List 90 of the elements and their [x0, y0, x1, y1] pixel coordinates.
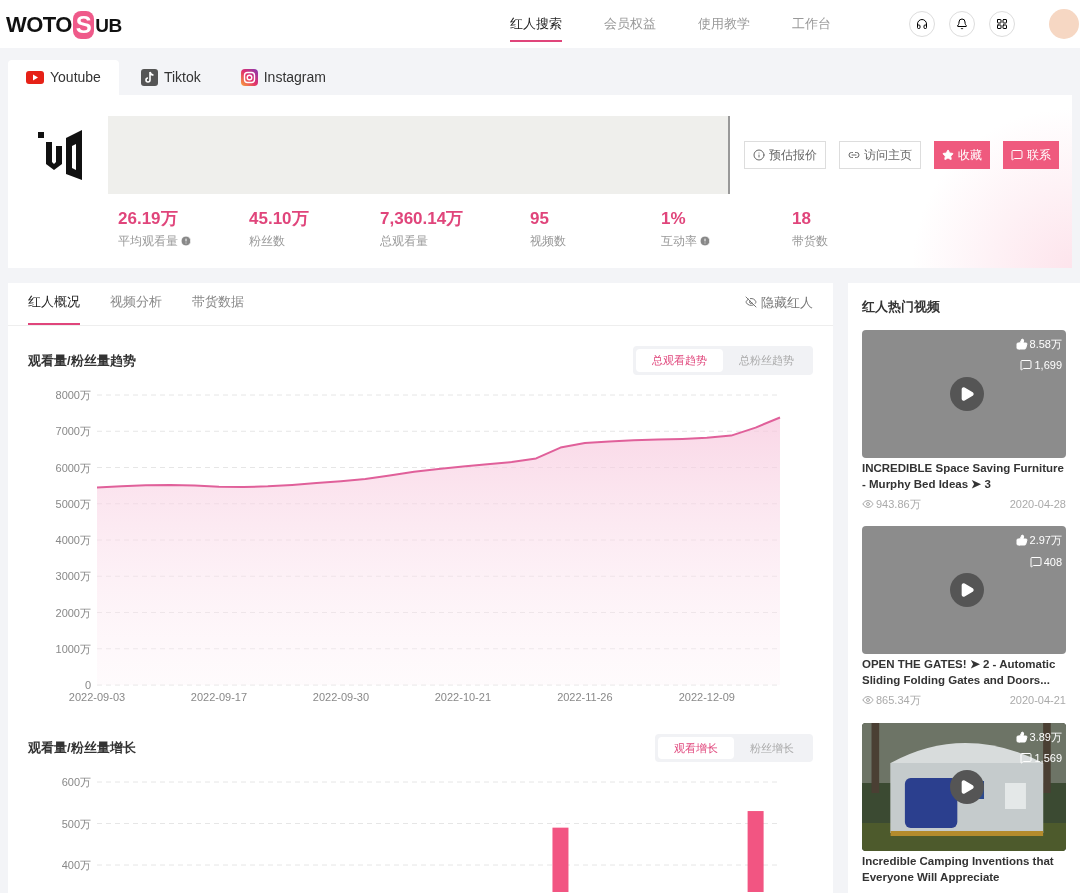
eye-off-icon — [745, 296, 757, 309]
bar — [552, 827, 569, 892]
detail-tab[interactable]: 带货数据 — [192, 291, 244, 325]
like-count: 3.89万 — [1029, 729, 1062, 745]
view-count: 865.34万 — [876, 693, 921, 708]
toggle-option[interactable]: 观看增长 — [658, 736, 734, 759]
play-logo-icon — [26, 71, 44, 84]
platform-tab[interactable]: Youtube — [8, 60, 119, 95]
axis-label: 4000万 — [55, 533, 91, 546]
stat-label: 粉丝数 — [249, 232, 285, 250]
axis-label: 2022-09-30 — [312, 690, 370, 703]
video-card[interactable]: 8.58万 1,699 INCREDIBLE Space Saving Furniture - Murphy Bed Ideas ➤ 3 943.86万 2020-04-28 — [862, 329, 1066, 512]
platform-tab[interactable]: Tiktok — [122, 60, 219, 95]
headset-icon — [915, 18, 928, 30]
action-button[interactable]: 联系 — [1003, 141, 1059, 169]
play-button[interactable] — [950, 573, 984, 607]
comment-icon — [1029, 555, 1042, 568]
axis-label: 2000万 — [55, 606, 91, 618]
axis-label: 0 — [84, 678, 91, 691]
section-title: 观看量/粉丝量趋势 — [28, 351, 136, 370]
axis-label: 6000万 — [55, 461, 91, 473]
stat-value: 26.19万 — [118, 208, 179, 230]
bell-icon — [955, 18, 968, 30]
nav-link[interactable]: 工作台 — [791, 6, 831, 42]
logo[interactable]: WOTO S UB — [6, 7, 122, 41]
stat-label: 平均观看量 — [118, 232, 178, 250]
note-logo-icon — [140, 69, 158, 86]
grid-icon — [995, 18, 1008, 30]
thumbs-up-icon — [1015, 534, 1028, 547]
stat-label: 总观看量 — [380, 232, 428, 250]
stat-label: 互动率 — [661, 232, 697, 250]
video-title: Incredible Camping Inventions that Everyone Will Appreciate — [862, 853, 1055, 885]
action-button[interactable]: 收藏 — [934, 141, 990, 169]
axis-label: 5000万 — [55, 497, 91, 510]
comment-icon — [1020, 359, 1033, 372]
section-title: 观看量/粉丝量增长 — [28, 739, 136, 757]
play-icon — [959, 385, 975, 402]
eye-icon — [862, 497, 874, 510]
info-icon — [753, 149, 765, 161]
platform-tab[interactable]: Instagram — [222, 60, 344, 95]
like-count: 8.58万 — [1029, 336, 1062, 352]
star-icon — [942, 149, 954, 161]
axis-label: 2022-12-09 — [678, 690, 735, 703]
nav-link[interactable]: 红人搜索 — [509, 6, 562, 42]
nav-link[interactable]: 使用教学 — [697, 6, 750, 42]
thumbs-up-icon — [1015, 337, 1028, 350]
axis-label: 8000万 — [55, 388, 91, 401]
hide-button[interactable]: 隐藏红人 — [745, 292, 813, 325]
axis-label: 400万 — [61, 859, 91, 871]
stat-value: 1% — [661, 208, 687, 230]
detail-tab[interactable]: 视频分析 — [110, 291, 162, 325]
comment-count: 408 — [1043, 554, 1062, 570]
video-card[interactable]: 2.97万 408 OPEN THE GATES! ➤ 2 - Automatic Sliding Folding Gates and Doors... 865.34万 2020-04-21 — [862, 526, 1066, 709]
axis-label: 2022-10-21 — [434, 690, 492, 703]
eye-icon — [862, 694, 874, 707]
stat-label: 带货数 — [792, 232, 828, 250]
comment-count: 1,699 — [1034, 358, 1062, 373]
toggle-option[interactable]: 总观看趋势 — [636, 349, 723, 372]
axis-label: 600万 — [61, 776, 91, 788]
stat-value: 45.10万 — [249, 208, 310, 230]
video-title: INCREDIBLE Space Saving Furniture - Murphy Bed Ideas ➤ 3 — [862, 460, 1065, 492]
axis-label: 2022-09-17 — [190, 690, 248, 703]
action-button[interactable]: 访问主页 — [839, 141, 921, 169]
camera-logo-icon — [240, 69, 258, 86]
video-date: 2020-04-28 — [1009, 496, 1066, 512]
stat-value: 95 — [530, 208, 550, 230]
view-count: 943.86万 — [876, 496, 921, 512]
stat-label: 视频数 — [530, 232, 566, 250]
link-icon — [848, 149, 860, 161]
axis-label: 2022-11-26 — [557, 690, 613, 703]
message-icon — [1011, 149, 1023, 161]
stat-value: 7,360.14万 — [380, 208, 465, 230]
action-button[interactable]: 预估报价 — [744, 141, 826, 169]
axis-label: 1000万 — [55, 642, 91, 655]
like-count: 2.97万 — [1029, 533, 1062, 548]
comment-icon — [1020, 752, 1033, 765]
play-icon — [959, 582, 975, 598]
axis-label: 500万 — [61, 817, 91, 830]
panel-title: 红人热门视频 — [862, 298, 941, 316]
play-icon — [959, 778, 975, 795]
detail-tab[interactable]: 红人概况 — [28, 291, 80, 325]
axis-label: 7000万 — [55, 424, 91, 437]
video-date: 2020-04-21 — [1009, 693, 1066, 708]
nav-link[interactable]: 会员权益 — [603, 6, 656, 42]
stat-value: 18 — [792, 208, 812, 230]
video-title: OPEN THE GATES! ➤ 2 - Automatic Sliding Folding Gates and Doors... — [862, 657, 1057, 688]
play-button[interactable] — [950, 376, 984, 411]
axis-label: 2022-09-03 — [68, 690, 126, 703]
thumbs-up-icon — [1015, 730, 1028, 743]
axis-label: 3000万 — [55, 569, 91, 582]
